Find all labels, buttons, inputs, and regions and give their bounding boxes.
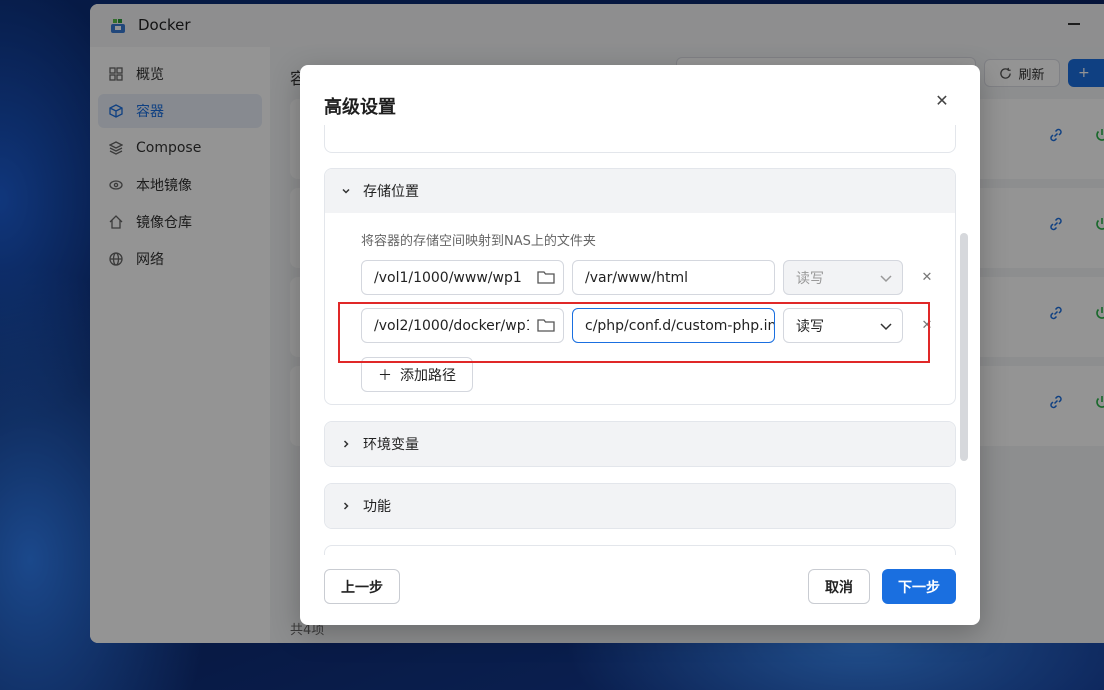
plus-icon: ＋ xyxy=(378,367,392,384)
mode-select[interactable]: 读写 xyxy=(783,260,903,295)
remove-row-icon[interactable]: ✕ xyxy=(921,271,933,284)
annotation-highlight-box xyxy=(338,302,930,363)
close-icon[interactable]: ✕ xyxy=(934,93,950,109)
host-path-value: /vol1/1000/www/wp1 xyxy=(374,269,522,286)
storage-section-header[interactable]: 存储位置 xyxy=(325,169,955,213)
storage-section: 存储位置 将容器的存储空间映射到NAS上的文件夹 /vol1/1000/www/… xyxy=(324,168,956,405)
mode-value: 读写 xyxy=(796,270,824,287)
chevron-right-icon xyxy=(339,437,353,451)
container-path-input[interactable]: /var/www/html xyxy=(572,260,775,295)
cancel-button[interactable]: 取消 xyxy=(808,569,870,604)
dialog-title: 高级设置 xyxy=(324,97,396,118)
container-path-value: /var/www/html xyxy=(585,269,689,286)
collapsed-panel-end xyxy=(324,125,956,153)
env-section-title: 环境变量 xyxy=(363,437,419,453)
features-section-title: 功能 xyxy=(363,499,391,515)
dialog-scrollbar[interactable] xyxy=(960,233,968,461)
add-path-label: 添加路径 xyxy=(400,367,456,384)
folder-icon[interactable] xyxy=(537,269,555,285)
chevron-down-icon xyxy=(339,184,353,198)
storage-description: 将容器的存储空间映射到NAS上的文件夹 xyxy=(361,234,596,249)
next-step-button[interactable]: 下一步 xyxy=(882,569,956,604)
env-section[interactable]: 环境变量 xyxy=(324,421,956,467)
next-section-partial xyxy=(324,545,956,555)
prev-step-button[interactable]: 上一步 xyxy=(324,569,400,604)
storage-section-title: 存储位置 xyxy=(363,184,419,200)
features-section[interactable]: 功能 xyxy=(324,483,956,529)
chevron-right-icon xyxy=(339,499,353,513)
dialog-footer: 上一步 取消 下一步 xyxy=(300,555,980,625)
host-path-input[interactable]: /vol1/1000/www/wp1 xyxy=(361,260,564,295)
chevron-down-icon xyxy=(880,275,892,283)
features-section-header[interactable]: 功能 xyxy=(325,484,955,528)
env-section-header[interactable]: 环境变量 xyxy=(325,422,955,466)
